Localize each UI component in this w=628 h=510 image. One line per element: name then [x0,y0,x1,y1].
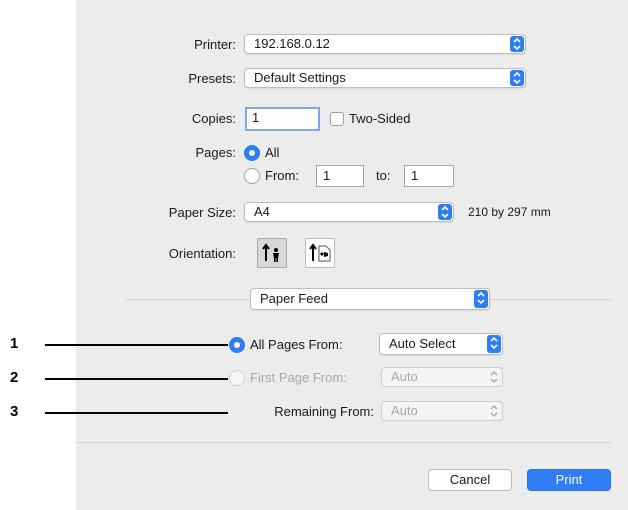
paper-size-label: Paper Size: [168,205,236,220]
first-page-from-label: First Page From: [250,370,347,385]
print-button[interactable]: Print [527,469,611,491]
section-popup[interactable]: Paper Feed [250,288,490,310]
copies-label: Copies: [191,111,236,126]
printer-label: Printer: [194,37,236,52]
chevron-updown-icon [510,36,524,52]
pages-to-field[interactable]: 1 [404,165,454,187]
callout-line-3 [45,412,228,414]
callout-number-1: 1 [10,335,19,352]
all-pages-from-popup[interactable]: Auto Select [379,333,503,355]
portrait-orientation-button[interactable] [257,238,287,268]
bottom-separator [76,442,611,443]
chevron-updown-icon [487,403,501,419]
landscape-orientation-button[interactable] [305,238,335,268]
callout-line-1 [45,344,228,346]
first-page-from-radio[interactable] [229,370,245,386]
chevron-updown-icon [474,290,488,308]
pages-from-radio[interactable] [244,168,260,184]
remaining-from-label: Remaining From: [274,404,374,419]
paper-size-value: A4 [254,204,270,219]
callout-number-2: 2 [10,369,19,386]
first-page-from-value: Auto [391,369,418,384]
remaining-from-popup[interactable]: Auto [381,401,503,421]
two-sided-checkbox[interactable] [330,112,344,126]
callout-number-3: 3 [10,403,19,420]
pages-all-radio[interactable] [244,145,260,161]
print-dialog: Printer: 192.168.0.12 Presets: Default S… [76,0,628,510]
orientation-label: Orientation: [168,246,236,261]
paper-size-popup[interactable]: A4 [244,202,454,222]
all-pages-from-value: Auto Select [389,336,456,351]
cancel-button[interactable]: Cancel [428,469,512,491]
pages-from-label: From: [265,168,299,183]
chevron-updown-icon [438,204,452,220]
chevron-updown-icon [510,70,524,86]
first-page-from-popup[interactable]: Auto [381,367,503,387]
pages-all-label: All [265,145,280,160]
presets-popup[interactable]: Default Settings [244,68,526,88]
copies-field[interactable]: 1 [245,107,320,131]
presets-label: Presets: [188,71,236,86]
callout-line-2 [45,378,228,380]
chevron-updown-icon [487,369,501,385]
printer-popup[interactable]: 192.168.0.12 [244,34,526,54]
section-popup-value: Paper Feed [260,291,328,306]
pages-label: Pages: [195,145,236,160]
landscape-orientation-icon [309,243,331,262]
all-pages-from-radio[interactable] [229,337,245,353]
all-pages-from-label: All Pages From: [250,337,343,352]
two-sided-label: Two-Sided [349,111,411,126]
presets-value: Default Settings [254,70,346,85]
remaining-from-value: Auto [391,403,418,418]
paper-size-dimensions: 210 by 297 mm [468,205,551,219]
pages-to-label: to: [376,168,391,183]
portrait-orientation-icon [262,243,279,262]
pages-from-field[interactable]: 1 [316,165,364,187]
printer-value: 192.168.0.12 [254,36,330,51]
chevron-updown-icon [487,335,501,353]
